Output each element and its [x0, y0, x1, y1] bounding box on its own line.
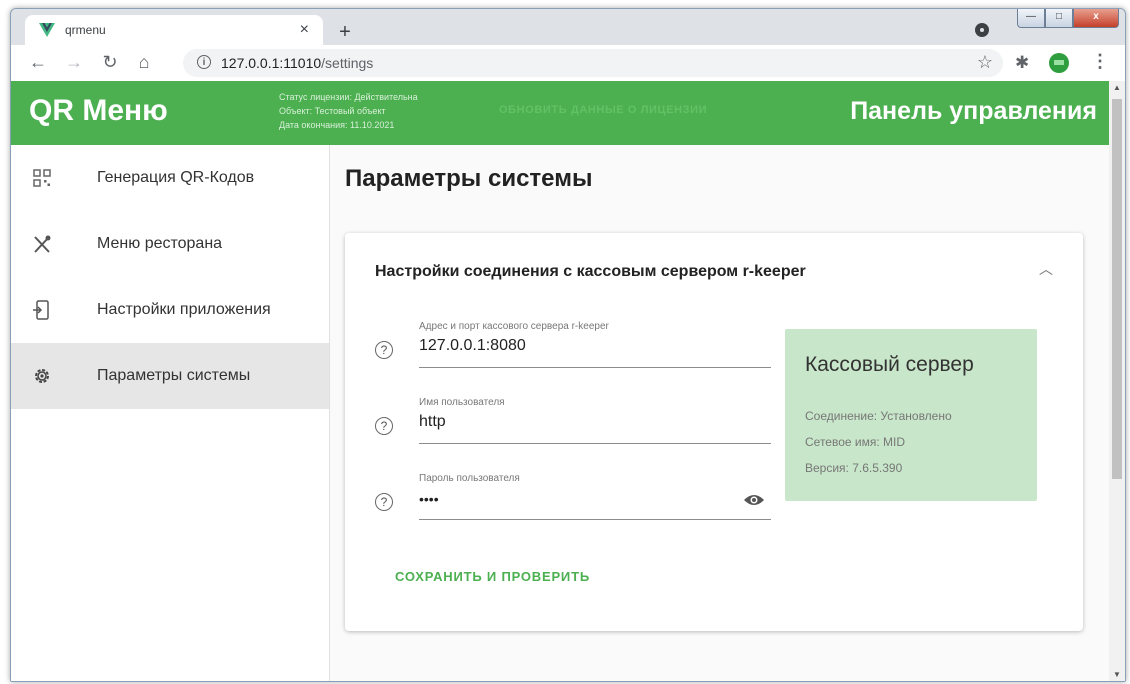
field-underline [419, 443, 771, 444]
browser-tab[interactable]: qrmenu × [25, 15, 323, 45]
profile-menu-icon[interactable] [975, 23, 989, 37]
server-title: Кассовый сервер [805, 353, 974, 376]
url-text[interactable]: 127.0.0.1:11010/settings [221, 55, 373, 71]
tab-strip: qrmenu × + — □ x [11, 9, 1125, 45]
reload-icon[interactable]: ↻ [99, 51, 121, 73]
sidebar-item-app-settings[interactable]: Настройки приложения [11, 277, 329, 343]
license-status: Статус лицензии: Действительна [279, 92, 418, 102]
scroll-up-arrow-icon[interactable]: ▲ [1113, 83, 1121, 92]
license-object: Объект: Тестовый объект [279, 106, 386, 116]
close-window-button[interactable]: x [1073, 9, 1119, 28]
info-icon[interactable]: i [197, 55, 211, 69]
server-connection: Соединение: Установлено [805, 409, 952, 423]
url-host: 127.0.0.1:11010 [221, 55, 322, 71]
forward-icon[interactable]: → [63, 51, 85, 73]
maximize-button[interactable]: □ [1045, 9, 1073, 28]
app-header: QR Меню Статус лицензии: Действительна О… [11, 81, 1109, 145]
scroll-thumb[interactable] [1112, 99, 1122, 479]
save-and-check-button[interactable]: СОХРАНИТЬ И ПРОВЕРИТЬ [395, 569, 590, 584]
extensions-icon[interactable]: ✱ [1015, 53, 1029, 73]
sidebar-item-label: Меню ресторана [97, 235, 223, 252]
connection-settings-card: Настройки соединения с кассовым сервером… [345, 233, 1083, 631]
scroll-down-arrow-icon[interactable]: ▼ [1113, 670, 1121, 679]
sidebar: Генерация QR-Кодов Меню ресторана Настро… [11, 145, 330, 681]
browser-toolbar: ← → ↻ ⌂ i 127.0.0.1:11010/settings ☆ ✱ ⋮ [11, 45, 1125, 81]
server-version: Версия: 7.6.5.390 [805, 461, 903, 475]
sidebar-item-label: Параметры системы [97, 367, 251, 384]
sidebar-item-qr-codes[interactable]: Генерация QR-Кодов [11, 145, 329, 211]
window-controls: — □ x [1017, 9, 1119, 28]
field-underline [419, 367, 771, 368]
server-address-input[interactable]: 127.0.0.1:8080 [419, 337, 526, 355]
password-field: ? Пароль пользователя •••• [375, 471, 771, 523]
extension-avatar-icon[interactable] [1049, 53, 1069, 73]
qr-code-icon [33, 169, 51, 187]
refresh-license-button[interactable]: ОБНОВИТЬ ДАННЫЕ О ЛИЦЕНЗИИ [499, 104, 707, 116]
field-underline [419, 519, 771, 520]
username-input[interactable]: http [419, 413, 446, 431]
help-icon[interactable]: ? [375, 417, 393, 435]
help-icon[interactable]: ? [375, 493, 393, 511]
address-bar[interactable]: i 127.0.0.1:11010/settings ☆ [183, 49, 1003, 77]
server-status-panel: Кассовый сервер Соединение: Установлено … [785, 329, 1037, 501]
page-title: Параметры системы [345, 165, 593, 192]
bookmark-star-icon[interactable]: ☆ [977, 52, 993, 73]
minimize-button[interactable]: — [1017, 9, 1045, 28]
help-icon[interactable]: ? [375, 341, 393, 359]
field-label: Адрес и порт кассового сервера r-keeper [419, 321, 609, 332]
browser-menu-icon[interactable]: ⋮ [1091, 51, 1109, 72]
gear-icon [35, 369, 49, 383]
main-content: Параметры системы Настройки соединения с… [329, 145, 1109, 681]
license-expiry: Дата окончания: 11.10.2021 [279, 120, 395, 130]
home-icon[interactable]: ⌂ [133, 51, 155, 73]
sidebar-item-label: Генерация QR-Кодов [97, 169, 255, 186]
password-input[interactable]: •••• [419, 491, 439, 507]
card-title: Настройки соединения с кассовым сервером… [375, 263, 806, 280]
server-address-field: ? Адрес и порт кассового сервера r-keepe… [375, 319, 771, 371]
license-info: Статус лицензии: Действительна Объект: Т… [279, 90, 418, 132]
panel-title: Панель управления [850, 97, 1097, 125]
tab-title: qrmenu [65, 23, 106, 37]
username-field: ? Имя пользователя http [375, 395, 771, 447]
app-settings-icon [33, 300, 49, 320]
sidebar-item-label: Настройки приложения [97, 301, 271, 318]
sidebar-item-system-params[interactable]: Параметры системы [11, 343, 329, 409]
field-label: Пароль пользователя [419, 473, 520, 484]
utensils-icon [34, 235, 51, 253]
browser-window: qrmenu × + — □ x ← → ↻ ⌂ i 127.0.0.1:110… [10, 8, 1126, 682]
sidebar-item-restaurant-menu[interactable]: Меню ресторана [11, 211, 329, 277]
collapse-chevron-icon[interactable]: ︿ [1039, 259, 1053, 279]
eye-icon[interactable] [743, 493, 765, 507]
vue-logo-icon [39, 23, 55, 37]
new-tab-button[interactable]: + [333, 21, 357, 45]
brand-title: QR Меню [29, 94, 168, 127]
url-path: /settings [321, 55, 374, 71]
field-label: Имя пользователя [419, 397, 505, 408]
server-network-name: Сетевое имя: MID [805, 435, 906, 449]
tab-close-icon[interactable]: × [300, 20, 309, 40]
back-icon[interactable]: ← [27, 51, 49, 73]
web-page: QR Меню Статус лицензии: Действительна О… [11, 81, 1109, 681]
page-scrollbar[interactable]: ▲ ▼ [1109, 81, 1125, 681]
